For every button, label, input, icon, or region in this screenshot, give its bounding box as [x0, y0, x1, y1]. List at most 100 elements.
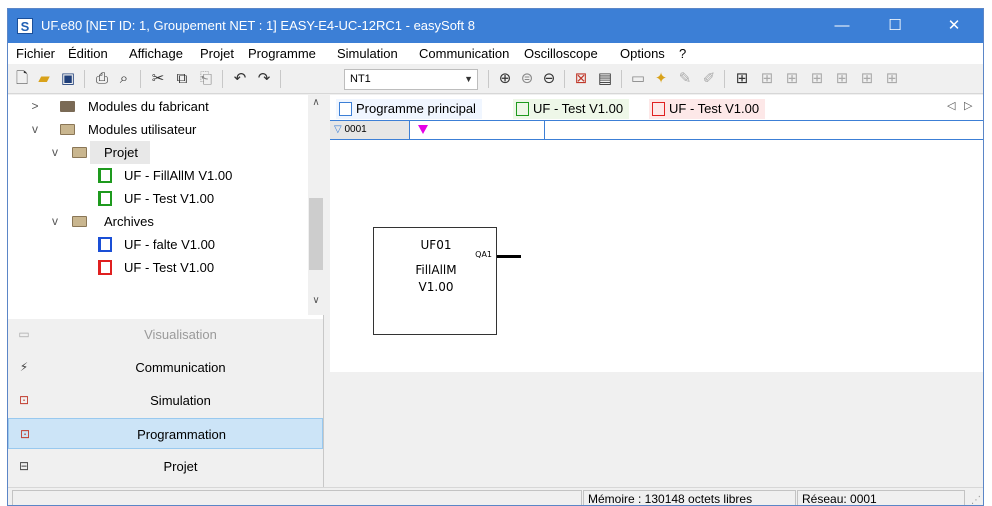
tab-uf-test-green[interactable]: UF - Test V1.00 [513, 99, 630, 119]
visualisation-icon: ▭ [18, 327, 30, 341]
tool-a-icon[interactable]: ✎ [675, 69, 695, 89]
block-tool-5-icon[interactable]: ⊞ [857, 69, 877, 89]
tab-label: Programme principal [356, 101, 476, 116]
tree-item-uf-test-archive[interactable]: UF - Test V1.00 [8, 256, 308, 279]
network-marker-icon: ▽ [334, 124, 342, 135]
zoom-in-icon[interactable]: ⊕ [495, 69, 515, 89]
tree-item-modules-fabricant[interactable]: > Modules du fabricant [8, 95, 308, 118]
block-type-version: V1.00 [418, 280, 454, 294]
function-block-icon [516, 102, 529, 116]
block-tool-6-icon[interactable]: ⊞ [882, 69, 902, 89]
zoom-out-icon[interactable]: ⊖ [539, 69, 559, 89]
menu-projet[interactable]: Projet [196, 43, 238, 64]
canvas-empty-area[interactable] [330, 372, 983, 487]
output-wire[interactable] [497, 255, 521, 258]
status-bar: Mémoire : 130148 octets libres Réseau: 0… [8, 487, 983, 505]
block-output-port: QA1 [475, 250, 492, 259]
tree-item-projet[interactable]: v Projet [8, 141, 308, 164]
simulation-icon: ⊡ [18, 393, 30, 407]
tree-item-archives[interactable]: v Archives [8, 210, 308, 233]
menu-edition[interactable]: Édition [64, 43, 112, 64]
resize-grip-icon[interactable]: ⋰ [971, 495, 981, 505]
scroll-down-icon[interactable]: ∨ [308, 295, 324, 306]
zoom-reset-icon[interactable]: ⊜ [517, 69, 537, 89]
status-message [12, 490, 582, 505]
properties-icon[interactable]: ▤ [595, 69, 615, 89]
undo-icon[interactable]: ↶ [230, 69, 250, 89]
paste-icon[interactable]: ⎗ [196, 69, 216, 89]
network-id[interactable]: ▽ 0001 [330, 121, 410, 139]
tab-uf-test-red[interactable]: UF - Test V1.00 [649, 99, 766, 119]
tree-item-uf-falte[interactable]: UF - falte V1.00 [8, 233, 308, 256]
maximize-button[interactable]: ☐ [872, 9, 918, 43]
toolbar-separator [84, 70, 85, 88]
tree-item-uf-fillallm[interactable]: UF - FillAllM V1.00 [8, 164, 308, 187]
chevron-down-icon[interactable]: v [48, 210, 62, 233]
nav-programmation[interactable]: ⊡ Programmation [8, 418, 323, 449]
chevron-right-icon[interactable]: > [28, 95, 42, 118]
tab-next-icon[interactable]: ▷ [964, 99, 972, 112]
network-select[interactable]: NT1 ▼ [344, 69, 478, 90]
menu-help[interactable]: ? [675, 43, 690, 64]
menu-oscilloscope[interactable]: Oscilloscope [520, 43, 602, 64]
block-type: FillAllM V1.00 [374, 262, 498, 296]
tree-item-label: Modules du fabricant [88, 99, 209, 114]
cut-icon[interactable]: ✂ [148, 69, 168, 89]
nav-projet[interactable]: ⊟ Projet [8, 451, 323, 482]
communication-icon: ⚡ [19, 360, 29, 374]
status-network: Réseau: 0001 [797, 490, 965, 505]
editor-tabs: Programme principal UF - Test V1.00 UF -… [330, 95, 983, 120]
function-block-icon [98, 191, 112, 206]
minimize-button[interactable]: — [819, 9, 865, 43]
print-icon[interactable]: ⎙ [92, 69, 112, 89]
nav-communication[interactable]: ⚡ Communication [8, 352, 323, 383]
save-icon[interactable]: ▣ [58, 69, 78, 89]
tree-item-uf-test[interactable]: UF - Test V1.00 [8, 187, 308, 210]
projet-icon: ⊟ [18, 459, 30, 473]
scroll-thumb[interactable] [309, 198, 323, 270]
comment-icon[interactable]: ▭ [628, 69, 648, 89]
menu-fichier[interactable]: Fichier [12, 43, 59, 64]
menu-affichage[interactable]: Affichage [125, 43, 187, 64]
nav-simulation[interactable]: ⊡ Simulation [8, 385, 323, 416]
redo-icon[interactable]: ↷ [254, 69, 274, 89]
block-tool-4-icon[interactable]: ⊞ [832, 69, 852, 89]
network-header[interactable]: ▽ 0001 [330, 120, 983, 140]
tree-item-label: Archives [104, 214, 154, 229]
chevron-down-icon[interactable]: v [28, 118, 42, 141]
function-block-icon [98, 168, 112, 183]
tab-prev-icon[interactable]: ◁ [947, 99, 955, 112]
bookmark-icon[interactable]: ✦ [651, 69, 671, 89]
tree-item-modules-utilisateur[interactable]: v Modules utilisateur [8, 118, 308, 141]
block-tool-2-icon[interactable]: ⊞ [782, 69, 802, 89]
print-preview-icon[interactable]: ⌕ [114, 69, 134, 89]
title-bar[interactable]: S UF.e80 [NET ID: 1, Groupement NET : 1]… [8, 9, 983, 43]
toolbar: 🗋 ▰ ▣ ⎙ ⌕ ✂ ⧉ ⎗ ↶ ↷ NT1 ▼ ⊕ ⊜ ⊖ ⊠ ▤ ▭ ✦ … [8, 64, 983, 94]
tool-b-icon[interactable]: ✐ [699, 69, 719, 89]
scroll-up-icon[interactable]: ∧ [308, 97, 324, 108]
folder-open-icon [72, 147, 87, 158]
status-memory: Mémoire : 130148 octets libres [583, 490, 796, 505]
tab-label: UF - Test V1.00 [533, 101, 624, 116]
menu-programme[interactable]: Programme [244, 43, 320, 64]
block-tool-1-icon[interactable]: ⊞ [757, 69, 777, 89]
open-folder-icon[interactable]: ▰ [34, 69, 54, 89]
nav-visualisation[interactable]: ▭ Visualisation [8, 319, 323, 350]
function-block-uf01[interactable]: UF01 QA1 FillAllM V1.00 [373, 227, 497, 335]
menu-communication[interactable]: Communication [415, 43, 513, 64]
nav-label: Simulation [150, 393, 211, 408]
chevron-down-icon[interactable]: v [48, 141, 62, 164]
folder-open-icon [60, 124, 75, 135]
tree-item-label: UF - FillAllM V1.00 [124, 168, 233, 183]
close-button[interactable]: ✕ [931, 9, 977, 43]
copy-icon[interactable]: ⧉ [172, 69, 192, 89]
block-tool-3-icon[interactable]: ⊞ [807, 69, 827, 89]
new-file-icon[interactable]: 🗋 [12, 69, 32, 89]
menu-options[interactable]: Options [616, 43, 669, 64]
insert-block-icon[interactable]: ⊞ [732, 69, 752, 89]
tab-programme-principal[interactable]: Programme principal [336, 99, 482, 119]
delete-icon[interactable]: ⊠ [571, 69, 591, 89]
block-type-name: FillAllM [415, 263, 457, 277]
tree-scrollbar[interactable]: ∧ ∨ [308, 95, 324, 315]
menu-simulation[interactable]: Simulation [333, 43, 402, 64]
